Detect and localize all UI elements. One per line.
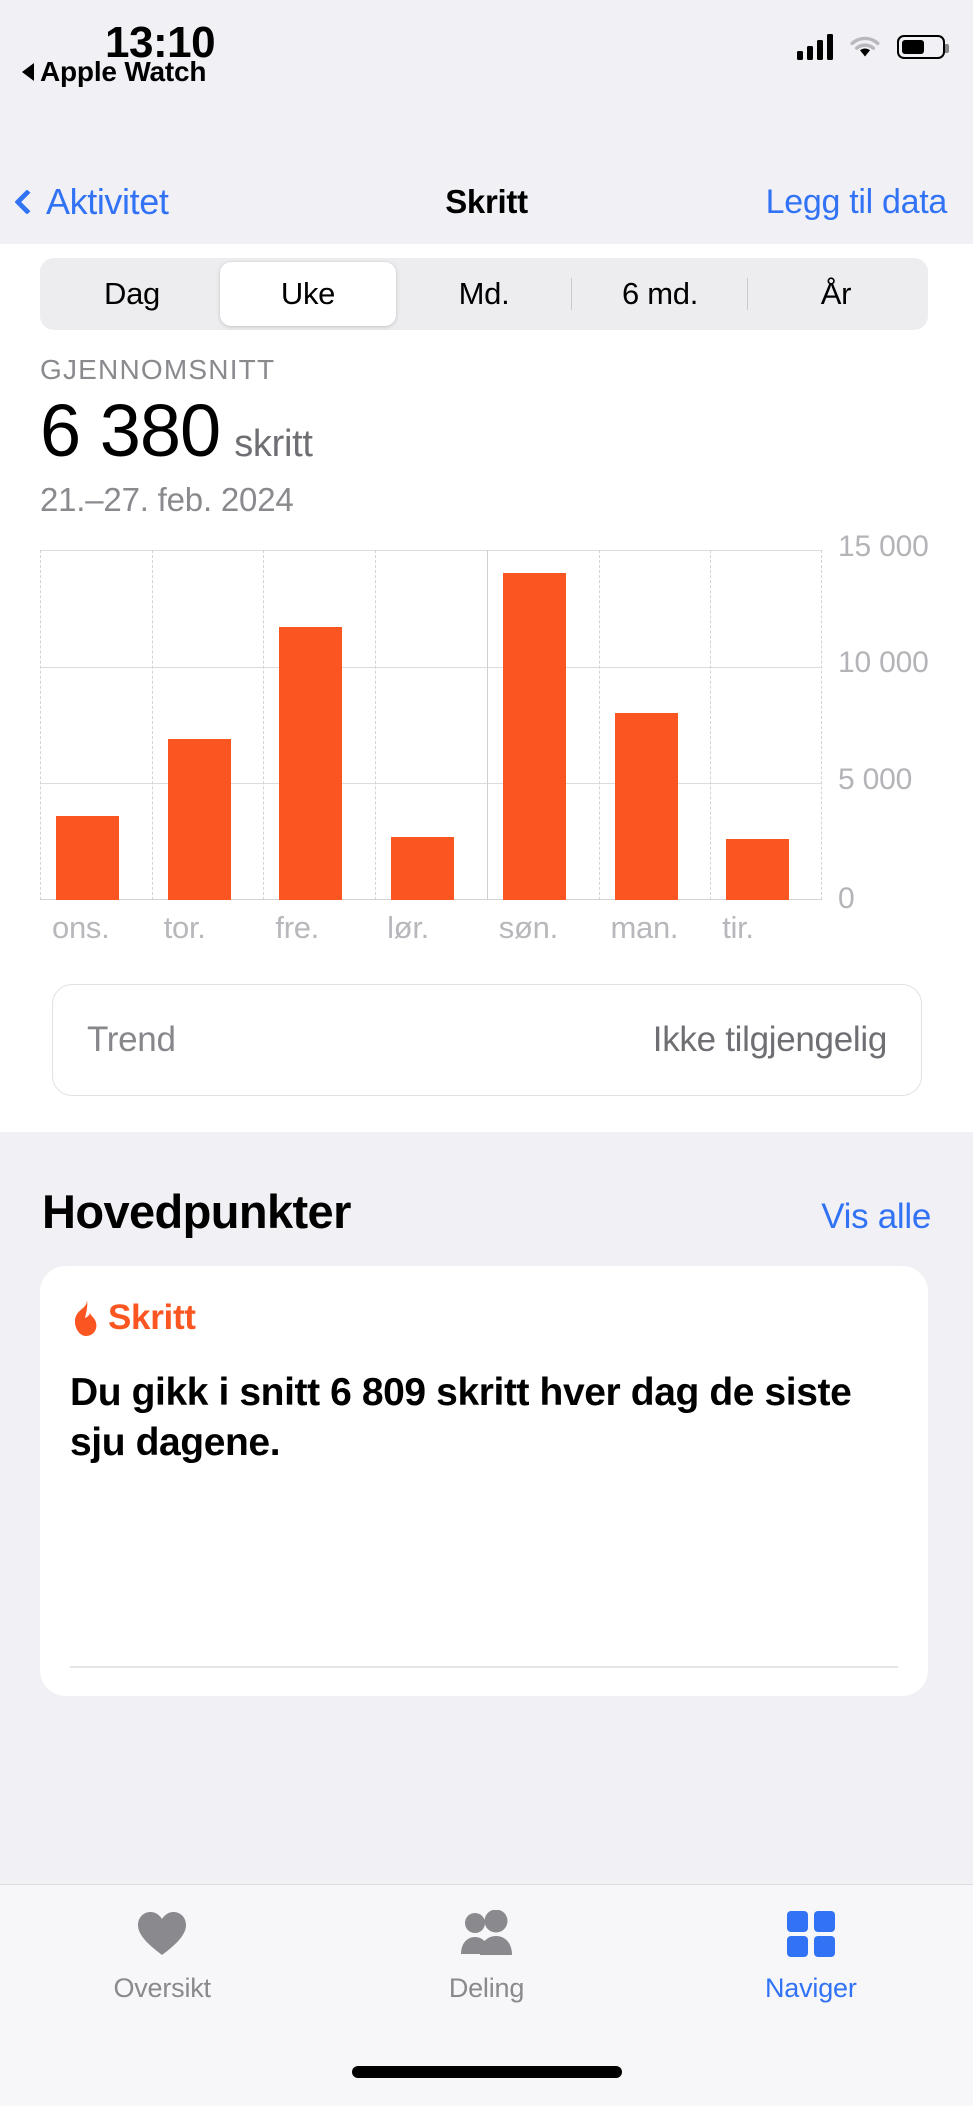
tab-oversikt[interactable]: Oversikt bbox=[0, 1907, 324, 2004]
return-to-app-button[interactable]: Apple Watch bbox=[22, 56, 207, 88]
highlight-card-kicker-label: Skritt bbox=[108, 1298, 196, 1337]
bar-man[interactable] bbox=[614, 713, 678, 900]
cellular-bars-icon bbox=[797, 34, 833, 60]
tab-label: Naviger bbox=[765, 1973, 857, 2003]
segment-dag[interactable]: Dag bbox=[44, 262, 220, 326]
chart-bars bbox=[40, 550, 822, 900]
segment-label: År bbox=[820, 276, 852, 311]
status-bar: 13:10 Apple Watch bbox=[0, 0, 973, 160]
return-to-app-label: Apple Watch bbox=[40, 56, 207, 87]
time-range-segmented-control[interactable]: Dag Uke Md. 6 md. År bbox=[40, 258, 928, 330]
bar-lor[interactable] bbox=[391, 837, 455, 900]
date-range: 21.–27. feb. 2024 bbox=[40, 481, 294, 518]
trend-card[interactable]: Trend Ikke tilgjengelig bbox=[52, 984, 922, 1096]
tab-bar: Oversikt Deling Naviger bbox=[0, 1884, 973, 2106]
flame-icon bbox=[70, 1299, 100, 1337]
x-tick-label: lør. bbox=[387, 910, 429, 945]
status-bar-indicators bbox=[797, 34, 949, 60]
x-tick-label: søn. bbox=[498, 910, 558, 945]
see-all-button[interactable]: Vis alle bbox=[821, 1197, 931, 1237]
navigation-bar: Aktivitet Skritt Legg til data bbox=[0, 160, 973, 244]
average-label: GJENNOMSNITT bbox=[40, 354, 276, 385]
bar-fre[interactable] bbox=[279, 627, 343, 900]
y-tick-label: 10 000 bbox=[838, 646, 929, 679]
tab-naviger[interactable]: Naviger bbox=[649, 1907, 973, 2004]
x-tick-label: tor. bbox=[163, 910, 206, 945]
heart-icon bbox=[136, 1907, 188, 1961]
home-indicator[interactable] bbox=[351, 2066, 622, 2078]
trend-value: Ikke tilgjengelig bbox=[652, 1020, 888, 1059]
highlights-header: Hovedpunkter Vis alle bbox=[0, 1184, 973, 1239]
segment-label: Uke bbox=[280, 276, 336, 311]
wifi-icon bbox=[849, 35, 881, 59]
bar-ons[interactable] bbox=[56, 816, 119, 900]
bar-tor[interactable] bbox=[167, 739, 231, 900]
tab-label: Deling bbox=[448, 1973, 525, 2003]
bar-son[interactable] bbox=[502, 573, 566, 900]
y-tick-label: 0 bbox=[838, 882, 855, 915]
x-tick-label: ons. bbox=[52, 910, 110, 945]
scroll-content: Dag Uke Md. 6 md. År GJENNOMSNITT 6 380 … bbox=[0, 244, 973, 1884]
chart-y-axis: 15 000 10 000 5 000 0 bbox=[830, 530, 940, 932]
segment-label: 6 md. bbox=[621, 276, 699, 311]
segment-md[interactable]: Md. bbox=[396, 262, 572, 326]
highlight-card-kicker: Skritt bbox=[70, 1298, 898, 1338]
average-row: 6 380 skritt bbox=[40, 394, 313, 468]
x-tick-label: man. bbox=[610, 910, 679, 945]
x-tick-label: fre. bbox=[275, 910, 319, 945]
tab-label: Oversikt bbox=[113, 1973, 211, 2003]
add-data-button[interactable]: Legg til data bbox=[766, 183, 948, 222]
highlight-card-divider bbox=[70, 1666, 898, 1668]
trend-label: Trend bbox=[87, 1020, 176, 1059]
people-icon bbox=[457, 1907, 515, 1961]
highlight-card-body: Du gikk i snitt 6 809 skritt hver dag de… bbox=[70, 1371, 852, 1464]
highlights-title: Hovedpunkter bbox=[42, 1185, 351, 1238]
average-value: 6 380 bbox=[40, 389, 221, 472]
segment-label: Md. bbox=[458, 276, 510, 311]
segment-6md[interactable]: 6 md. bbox=[572, 262, 748, 326]
steps-bar-chart[interactable]: 15 000 10 000 5 000 0 ons. tor. fre. lør… bbox=[40, 530, 929, 945]
x-tick-label: tir. bbox=[722, 910, 754, 945]
highlights-section: Hovedpunkter Vis alle Skritt Du gikk i s… bbox=[0, 1132, 973, 1884]
segment-uke[interactable]: Uke bbox=[220, 262, 396, 326]
grid-squares-icon bbox=[785, 1907, 837, 1961]
tab-deling[interactable]: Deling bbox=[324, 1907, 648, 2004]
average-unit: skritt bbox=[234, 423, 313, 465]
bar-tir[interactable] bbox=[726, 839, 790, 900]
triangle-left-icon bbox=[22, 63, 34, 81]
app-screen: 13:10 Apple Watch Aktivitet Skritt Legg … bbox=[0, 0, 973, 2106]
segment-label: Dag bbox=[104, 276, 160, 311]
chart-x-axis: ons. tor. fre. lør. søn. man. tir. bbox=[40, 910, 822, 956]
segment-ar[interactable]: År bbox=[748, 262, 924, 326]
y-tick-label: 5 000 bbox=[838, 763, 913, 796]
y-tick-label: 15 000 bbox=[838, 530, 929, 563]
battery-icon bbox=[897, 35, 949, 59]
highlight-card[interactable]: Skritt Du gikk i snitt 6 809 skritt hver… bbox=[40, 1266, 928, 1696]
